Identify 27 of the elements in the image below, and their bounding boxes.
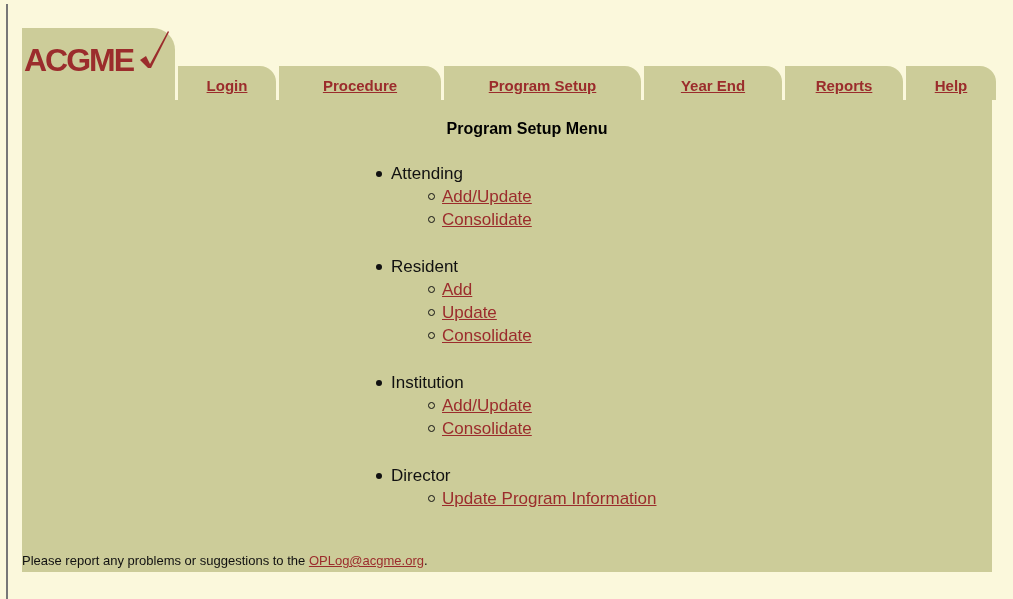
- tab[interactable]: Program Setup: [444, 66, 641, 100]
- menu-link[interactable]: Consolidate: [442, 325, 532, 346]
- menu-link[interactable]: Consolidate: [442, 209, 532, 230]
- menu-link[interactable]: Update: [442, 302, 497, 323]
- bullet-icon: [376, 379, 382, 386]
- menu-link[interactable]: Update Program Information: [442, 488, 657, 509]
- tab[interactable]: Procedure: [279, 66, 441, 100]
- section-label: Attending: [391, 163, 463, 184]
- menu-link[interactable]: Add/Update: [442, 395, 532, 416]
- logo-text: ACGME: [24, 42, 134, 79]
- section-label: Director: [391, 465, 451, 486]
- tab[interactable]: Reports: [785, 66, 903, 100]
- menu-link[interactable]: Consolidate: [442, 418, 532, 439]
- menu-link[interactable]: Add: [442, 279, 473, 300]
- section-label: Institution: [391, 372, 464, 393]
- footer-text: Please report any problems or suggestions to the OPLog@acgme.org.: [22, 553, 428, 568]
- tab[interactable]: Help: [906, 66, 996, 100]
- menu-link[interactable]: Add/Update: [442, 186, 532, 207]
- tab[interactable]: Login: [178, 66, 276, 100]
- check-mark-icon: [138, 30, 170, 68]
- bullet-icon: [376, 170, 382, 177]
- email-link[interactable]: OPLog@acgme.org: [308, 553, 424, 568]
- section-label: Resident: [391, 256, 459, 277]
- bullet-icon: [376, 263, 382, 270]
- tab[interactable]: Year End: [644, 66, 782, 100]
- bullet-icon: [376, 472, 382, 479]
- page-title: Program Setup Menu: [445, 120, 609, 138]
